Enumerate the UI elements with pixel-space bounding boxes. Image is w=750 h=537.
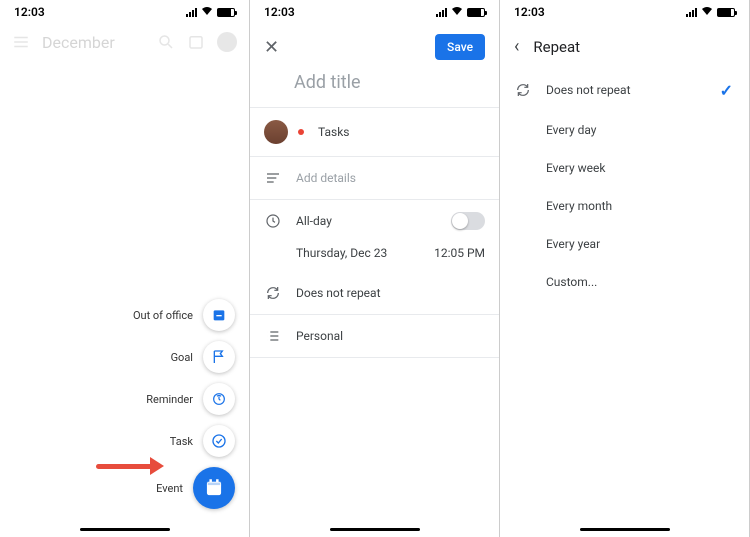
wifi-icon bbox=[451, 6, 463, 19]
clock-icon bbox=[264, 212, 282, 230]
cellular-icon bbox=[686, 8, 697, 17]
calendar-icon bbox=[204, 478, 224, 498]
status-time: 12:03 bbox=[14, 5, 45, 19]
check-icon: ✓ bbox=[720, 81, 733, 100]
wifi-icon bbox=[701, 6, 713, 19]
account-avatar bbox=[264, 120, 288, 144]
status-indicators bbox=[186, 6, 235, 19]
option-label: Every month bbox=[546, 199, 612, 213]
status-indicators bbox=[686, 6, 735, 19]
save-button[interactable]: Save bbox=[435, 34, 485, 60]
fab-out-of-office[interactable]: Out of office bbox=[133, 299, 235, 331]
status-bar: 12:03 bbox=[0, 0, 249, 24]
list-row[interactable]: Personal bbox=[250, 315, 499, 357]
option-every-year[interactable]: Every year bbox=[500, 225, 749, 263]
option-every-week[interactable]: Every week bbox=[500, 149, 749, 187]
cellular-icon bbox=[186, 8, 197, 17]
option-label: Every year bbox=[546, 237, 600, 251]
fab-reminder[interactable]: Reminder bbox=[146, 383, 235, 415]
option-every-month[interactable]: Every month bbox=[500, 187, 749, 225]
date-value: Thursday, Dec 23 bbox=[296, 246, 387, 260]
calendar-background-dim: December bbox=[0, 24, 249, 60]
allday-toggle[interactable] bbox=[451, 212, 485, 230]
list-icon bbox=[264, 327, 282, 345]
wifi-icon bbox=[201, 6, 213, 19]
battery-icon bbox=[217, 8, 235, 17]
month-label: December bbox=[42, 33, 145, 52]
tasks-label: Tasks bbox=[318, 125, 485, 139]
menu-icon bbox=[12, 33, 30, 51]
status-time: 12:03 bbox=[514, 5, 545, 19]
home-indicator bbox=[580, 528, 670, 531]
allday-label: All-day bbox=[296, 214, 437, 228]
notes-icon bbox=[264, 169, 282, 187]
page-title: Repeat bbox=[533, 38, 580, 56]
status-indicators bbox=[436, 6, 485, 19]
repeat-row[interactable]: Does not repeat bbox=[250, 272, 499, 314]
account-row[interactable]: Tasks bbox=[250, 108, 499, 156]
tasks-color-dot bbox=[298, 129, 304, 135]
out-of-office-icon bbox=[211, 307, 227, 323]
battery-icon bbox=[717, 8, 735, 17]
screen-repeat-options: 12:03 ‹ Repeat Does not repeat ✓ Every d… bbox=[500, 0, 750, 537]
home-indicator bbox=[80, 528, 170, 531]
option-label: Every day bbox=[546, 123, 596, 137]
close-button[interactable]: ✕ bbox=[264, 37, 279, 58]
allday-row[interactable]: All-day bbox=[250, 200, 499, 242]
status-time: 12:03 bbox=[264, 5, 295, 19]
reminder-icon bbox=[211, 391, 227, 407]
option-label: Custom... bbox=[546, 275, 597, 289]
list-value: Personal bbox=[296, 329, 485, 343]
option-every-day[interactable]: Every day bbox=[500, 111, 749, 149]
time-value: 12:05 PM bbox=[434, 246, 485, 260]
fab-event[interactable]: Event bbox=[156, 467, 235, 509]
details-placeholder: Add details bbox=[296, 171, 356, 185]
fab-main-button[interactable] bbox=[193, 467, 235, 509]
screen-calendar-fab: 12:03 December Out of office bbox=[0, 0, 250, 537]
fab-goal[interactable]: Goal bbox=[171, 341, 235, 373]
today-icon bbox=[187, 33, 205, 51]
repeat-icon bbox=[264, 284, 282, 302]
cellular-icon bbox=[436, 8, 447, 17]
task-icon bbox=[211, 433, 227, 449]
home-indicator bbox=[330, 528, 420, 531]
datetime-row[interactable]: Thursday, Dec 23 12:05 PM bbox=[250, 242, 499, 272]
screen-new-task: 12:03 ✕ Save Add title Tasks Add details… bbox=[250, 0, 500, 537]
fab-menu: Out of office Goal Reminder Task Event bbox=[133, 299, 235, 509]
back-button[interactable]: ‹ bbox=[514, 36, 519, 57]
option-label: Does not repeat bbox=[546, 83, 631, 97]
battery-icon bbox=[467, 8, 485, 17]
search-icon bbox=[157, 33, 175, 51]
option-does-not-repeat[interactable]: Does not repeat ✓ bbox=[500, 69, 749, 111]
repeat-icon bbox=[514, 81, 532, 99]
option-custom[interactable]: Custom... bbox=[500, 263, 749, 301]
title-input[interactable]: Add title bbox=[250, 70, 499, 107]
fab-task[interactable]: Task bbox=[170, 425, 235, 457]
profile-avatar bbox=[217, 32, 237, 52]
repeat-value: Does not repeat bbox=[296, 286, 485, 300]
flag-icon bbox=[211, 349, 227, 365]
status-bar: 12:03 bbox=[500, 0, 749, 24]
details-row[interactable]: Add details bbox=[250, 157, 499, 199]
option-label: Every week bbox=[546, 161, 605, 175]
status-bar: 12:03 bbox=[250, 0, 499, 24]
